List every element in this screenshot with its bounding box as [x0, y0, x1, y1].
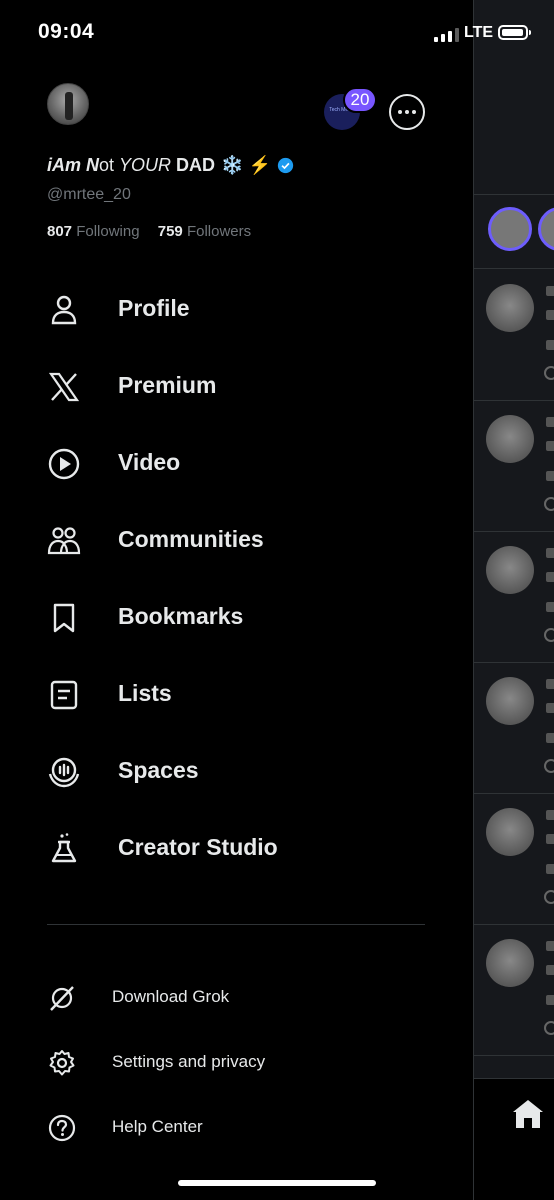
fleet-avatars[interactable]	[488, 207, 554, 251]
menu-label: Communities	[118, 526, 264, 552]
menu-item-help-center[interactable]: Help Center	[0, 1100, 472, 1156]
menu-label: Lists	[118, 680, 172, 706]
feed-post[interactable]	[486, 808, 554, 938]
menu-item-video[interactable]: Video	[0, 425, 472, 502]
feed-post[interactable]	[486, 284, 554, 414]
followers-link[interactable]: 759 Followers	[158, 223, 251, 240]
menu-label: Spaces	[118, 757, 199, 783]
menu-item-download-grok[interactable]: Download Grok	[0, 970, 472, 1026]
grok-icon	[50, 986, 74, 1011]
gear-icon	[49, 1050, 75, 1076]
flask-icon	[51, 833, 77, 863]
list-icon	[50, 680, 78, 710]
menu-item-profile[interactable]: Profile	[0, 271, 472, 348]
bottom-tab-bar	[474, 1078, 554, 1200]
menu-item-lists[interactable]: Lists	[0, 656, 472, 733]
background-feed[interactable]	[473, 0, 554, 1200]
help-icon	[48, 1114, 76, 1142]
menu-label: Premium	[118, 372, 217, 398]
menu-item-premium[interactable]: Premium	[0, 348, 472, 425]
menu-item-creator-studio[interactable]: Creator Studio	[0, 810, 472, 887]
user-handle: @mrtee_20	[47, 186, 131, 203]
menu-label: Video	[118, 449, 181, 475]
menu-item-communities[interactable]: Communities	[0, 502, 472, 579]
following-link[interactable]: 807 Following	[47, 223, 140, 240]
main-menu: Profile Premium Video Communities Bookma…	[0, 271, 472, 887]
display-name[interactable]: iAm Not YOUR DAD ❄️ ⚡	[47, 155, 294, 176]
follow-counts: 807 Following 759 Followers	[47, 223, 251, 240]
menu-label: Bookmarks	[118, 603, 244, 629]
spaces-icon	[48, 757, 80, 788]
battery-icon	[498, 25, 531, 40]
menu-item-settings[interactable]: Settings and privacy	[0, 1035, 472, 1091]
feed-post[interactable]	[486, 546, 554, 676]
menu-item-spaces[interactable]: Spaces	[0, 733, 472, 810]
menu-label: Profile	[118, 295, 190, 321]
menu-label: Help Center	[112, 1117, 203, 1136]
network-type: LTE	[464, 24, 494, 41]
menu-label: Download Grok	[112, 987, 230, 1006]
menu-item-bookmarks[interactable]: Bookmarks	[0, 579, 472, 656]
communities-icon	[47, 527, 81, 555]
play-icon	[48, 448, 80, 480]
menu-label: Creator Studio	[118, 834, 278, 860]
menu-label: Settings and privacy	[112, 1052, 266, 1071]
side-drawer: Tech Media 20 iAm Not YOUR DAD ❄️ ⚡ @mrt…	[0, 0, 472, 1200]
feed-post[interactable]	[486, 415, 554, 545]
signal-icon	[434, 26, 459, 42]
notification-badge: 20	[343, 87, 377, 113]
name-emojis: ❄️ ⚡	[221, 155, 271, 175]
status-time: 09:04	[38, 20, 95, 43]
home-icon[interactable]	[512, 1099, 544, 1129]
menu-divider	[47, 924, 425, 925]
bookmark-icon	[53, 603, 75, 633]
avatar[interactable]	[47, 83, 89, 125]
verified-badge-icon	[277, 157, 294, 174]
person-icon	[51, 295, 77, 325]
more-options-button[interactable]	[389, 94, 425, 130]
status-bar: 09:04 LTE	[0, 0, 554, 60]
feed-post[interactable]	[486, 677, 554, 807]
feed-post[interactable]	[486, 939, 554, 1069]
home-indicator[interactable]	[178, 1180, 376, 1186]
x-logo-icon	[48, 372, 80, 402]
